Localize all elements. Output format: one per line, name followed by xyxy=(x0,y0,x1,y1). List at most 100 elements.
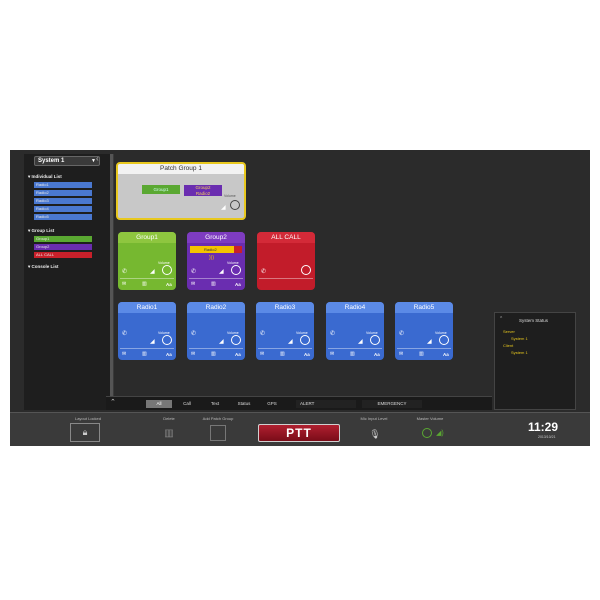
patch-volume-knob[interactable] xyxy=(230,200,240,210)
group-list-label: Group List xyxy=(31,228,55,233)
sidebar-item-radio4[interactable]: Radio4 xyxy=(34,206,92,212)
delete-button[interactable]: ▥ xyxy=(162,425,176,441)
volume-knob[interactable] xyxy=(300,335,310,345)
divider xyxy=(189,278,243,279)
volume-knob[interactable] xyxy=(162,335,172,345)
system-select[interactable]: System 1 ▼ xyxy=(34,156,100,166)
patch-member-group2[interactable]: Group2 Radio2 xyxy=(184,185,222,196)
group-card-group1[interactable]: Group1 Volume ✆ ◢ ✉ ▥ Aa xyxy=(118,232,176,290)
event-tab-bar: ⌃ All Call Text Status GPS ALERT EMERGEN… xyxy=(106,396,492,410)
volume-knob[interactable] xyxy=(439,335,449,345)
radio-card-1[interactable]: Radio1 Volume ✆ ◢ ✉ ▥ Aa xyxy=(118,302,176,360)
tab-status[interactable]: Status xyxy=(232,400,256,408)
radio-card-5[interactable]: Radio5 Volume ✆ ◢ ✉ ▥ Aa xyxy=(395,302,453,360)
patch-member-group1[interactable]: Group1 xyxy=(142,185,180,194)
trash-icon[interactable]: ▥ xyxy=(419,351,424,357)
trash-icon[interactable]: ▥ xyxy=(280,351,285,357)
trash-icon[interactable]: ▥ xyxy=(211,281,216,287)
phone-icon[interactable]: ✆ xyxy=(260,330,265,337)
speaker-icon[interactable]: ◢ xyxy=(150,268,155,275)
phone-icon[interactable]: ✆ xyxy=(399,330,404,337)
phone-icon[interactable]: ✆ xyxy=(191,268,196,275)
tab-call[interactable]: Call xyxy=(176,400,198,408)
layout-locked-label: Layout Locked xyxy=(74,416,102,421)
end-call-button[interactable] xyxy=(234,246,242,253)
divider xyxy=(328,348,382,349)
sidebar-item-radio2[interactable]: Radio2 xyxy=(34,190,92,196)
trash-icon[interactable]: ▥ xyxy=(142,351,147,357)
individual-list-header[interactable]: ▾ Individual List xyxy=(28,174,62,180)
sidebar-item-radio1[interactable]: Radio1 xyxy=(34,182,92,188)
speaker-icon[interactable]: ◢) xyxy=(436,429,444,437)
active-call-strip[interactable]: Radio2 xyxy=(190,246,242,253)
sidebar-item-radio5[interactable]: Radio5 xyxy=(34,214,92,220)
speaker-icon[interactable]: ◢ xyxy=(150,338,155,345)
speaker-icon[interactable]: ◢ xyxy=(427,338,432,345)
master-volume-knob[interactable] xyxy=(422,428,432,438)
clock-date: 2013/10/21 xyxy=(538,435,556,439)
add-patch-group-button[interactable] xyxy=(210,425,226,441)
volume-knob[interactable] xyxy=(370,335,380,345)
radio-card-title: Radio4 xyxy=(326,302,384,313)
font-size-icon[interactable]: Aa xyxy=(304,352,310,357)
phone-icon[interactable]: ✆ xyxy=(330,330,335,337)
divider xyxy=(258,348,312,349)
speaker-icon[interactable]: ◢ xyxy=(219,268,224,275)
font-size-icon[interactable]: Aa xyxy=(443,352,449,357)
message-icon[interactable]: ✉ xyxy=(330,351,334,357)
sidebar-item-group2[interactable]: Group2 xyxy=(34,244,92,250)
message-icon[interactable]: ✉ xyxy=(191,351,195,357)
speaker-icon[interactable]: ◢ xyxy=(358,338,363,345)
volume-knob[interactable] xyxy=(162,265,172,275)
chevron-up-icon[interactable]: ⌃ xyxy=(110,398,116,406)
trash-icon[interactable]: ▥ xyxy=(350,351,355,357)
sidebar: System 1 ▼ ▾ Individual List Radio1 Radi… xyxy=(24,154,114,410)
phone-icon[interactable]: ✆ xyxy=(191,330,196,337)
volume-knob[interactable] xyxy=(231,335,241,345)
font-size-icon[interactable]: Aa xyxy=(166,282,172,287)
message-icon[interactable]: ✉ xyxy=(399,351,403,357)
microphone-icon: 🎙︎ xyxy=(369,428,381,439)
tab-emergency[interactable]: EMERGENCY xyxy=(362,400,422,408)
sidebar-item-all-call[interactable]: ALL CALL xyxy=(34,252,92,258)
group-list-header[interactable]: ▾ Group List xyxy=(28,228,54,234)
tab-all[interactable]: All xyxy=(146,400,172,408)
font-size-icon[interactable]: Aa xyxy=(374,352,380,357)
layout-lock-button[interactable]: 🔒︎ xyxy=(70,423,100,442)
message-icon[interactable]: ✉ xyxy=(122,351,126,357)
speaker-icon[interactable]: ◢ xyxy=(219,338,224,345)
message-icon[interactable]: ✉ xyxy=(122,281,126,287)
console-list-header[interactable]: ▾ Console List xyxy=(28,264,59,270)
chevron-up-icon[interactable]: ⌃ xyxy=(499,316,503,322)
volume-knob[interactable] xyxy=(231,265,241,275)
radio-card-3[interactable]: Radio3 Volume ✆ ◢ ✉ ▥ Aa xyxy=(256,302,314,360)
font-size-icon[interactable]: Aa xyxy=(235,282,241,287)
radio-card-4[interactable]: Radio4 Volume ✆ ◢ ✉ ▥ Aa xyxy=(326,302,384,360)
message-icon[interactable]: ✉ xyxy=(260,351,264,357)
tab-gps[interactable]: GPS xyxy=(262,400,282,408)
font-size-icon[interactable]: Aa xyxy=(235,352,241,357)
radio-card-2[interactable]: Radio2 Volume ✆ ◢ ✉ ▥ Aa xyxy=(187,302,245,360)
individual-list-label: Individual List xyxy=(31,174,62,179)
phone-icon[interactable]: ✆ xyxy=(261,268,266,275)
tab-alert[interactable]: ALERT xyxy=(296,400,356,408)
phone-icon[interactable]: ✆ xyxy=(122,268,127,275)
volume-knob[interactable] xyxy=(301,265,311,275)
tab-text[interactable]: Text xyxy=(204,400,226,408)
patch-group-card[interactable]: Patch Group 1 Group1 Group2 Radio2 Volum… xyxy=(116,162,246,220)
collapse-sidebar-icon[interactable]: ‹ xyxy=(96,154,99,163)
sidebar-item-group1[interactable]: Group1 xyxy=(34,236,92,242)
phone-icon[interactable]: ✆ xyxy=(122,330,127,337)
group-card-group2[interactable]: Group2 Radio2 ))) Volume ✆ ◢ ✉ ▥ Aa xyxy=(187,232,245,290)
sidebar-item-radio3[interactable]: Radio3 xyxy=(34,198,92,204)
font-size-icon[interactable]: Aa xyxy=(166,352,172,357)
ptt-button[interactable]: PTT xyxy=(258,424,340,442)
speaker-icon[interactable]: ◢ xyxy=(288,338,293,345)
group-card-all-call[interactable]: ALL CALL ✆ xyxy=(257,232,315,290)
divider xyxy=(120,278,174,279)
trash-icon[interactable]: ▥ xyxy=(211,351,216,357)
trash-icon[interactable]: ▥ xyxy=(142,281,147,287)
client-label: Client xyxy=(503,343,514,348)
sidebar-scrollbar[interactable] xyxy=(110,154,113,410)
message-icon[interactable]: ✉ xyxy=(191,281,195,287)
